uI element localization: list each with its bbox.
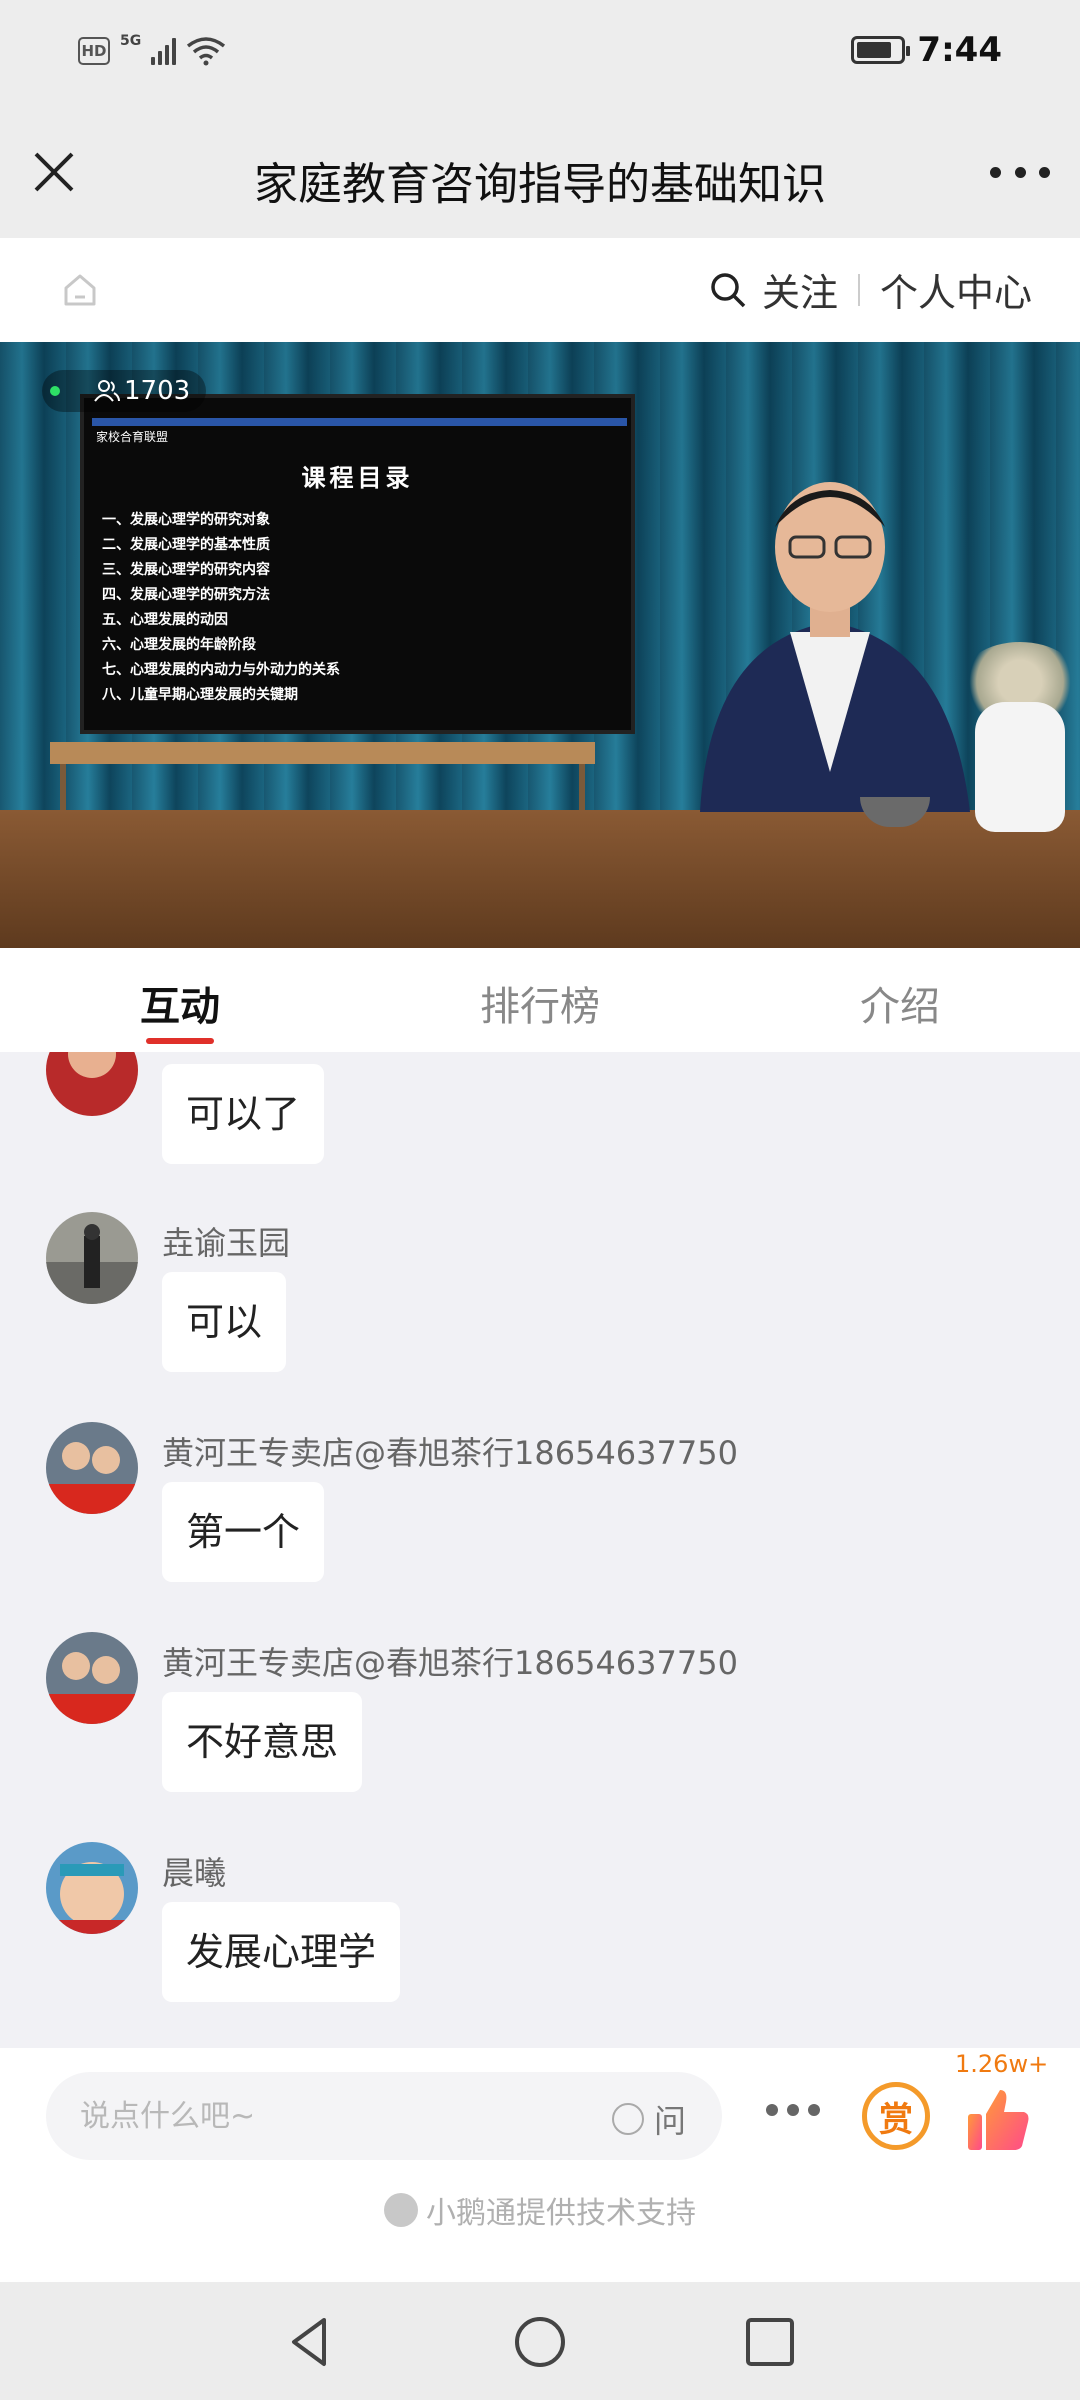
home-circle-icon[interactable] [510, 2312, 570, 2372]
message-bubble: 发展心理学 [162, 1902, 401, 2002]
user-avatar[interactable] [46, 1632, 138, 1724]
tv-screen-list-item: 二、发展心理学的基本性质 [102, 537, 270, 553]
tab-bar: 互动 排行榜 介绍 [0, 948, 1080, 1052]
nav-bar: 关注 个人中心 [0, 238, 1080, 342]
search-icon[interactable] [708, 270, 748, 310]
tv-screen-brand: 家校合育联盟 [96, 430, 169, 444]
tab-ranking-label: 排行榜 [480, 984, 600, 1030]
status-bar: HD 5G 7:44 [0, 0, 1080, 110]
tab-interaction-label: 互动 [140, 984, 220, 1030]
profile-center-button[interactable]: 个人中心 [880, 262, 1032, 317]
hd-badge: HD [78, 37, 110, 65]
status-right: 7:44 [851, 30, 1002, 70]
tab-intro-label: 介绍 [860, 984, 940, 1030]
presenter-figure [700, 482, 970, 812]
back-icon[interactable] [280, 2312, 340, 2372]
powered-by: 小鹅通提供技术支持 [0, 2188, 1080, 2232]
comment-input-box: 问 [46, 2072, 722, 2160]
tab-ranking[interactable]: 排行榜 [360, 948, 720, 1052]
reward-button[interactable]: 赏 [862, 2082, 930, 2150]
sender-name: 晨曦 [162, 1854, 227, 1892]
system-nav-bar [0, 2282, 1080, 2400]
like-count: 1.26w+ [955, 2050, 1049, 2078]
tv-screen: 家校合育联盟 课程目录 一、发展心理学的研究对象 二、发展心理学的基本性质 三、发展… [80, 394, 635, 734]
tv-stand [50, 742, 595, 764]
sender-name: 黄河王专卖店@春旭茶行18654637750 [162, 1644, 738, 1682]
active-tab-indicator [146, 1038, 214, 1044]
ask-question-toggle[interactable]: 问 [611, 2096, 686, 2142]
status-left: HD 5G [78, 33, 226, 66]
sender-name: 垚谕玉园 [162, 1224, 291, 1262]
tv-stand-legs [60, 764, 585, 810]
follow-button[interactable]: 关注 [762, 262, 838, 317]
comment-input[interactable] [80, 2072, 580, 2160]
message-bubble: 第一个 [162, 1482, 325, 1582]
tv-screen-list-item: 一、发展心理学的研究对象 [102, 512, 270, 528]
viewers-icon [94, 380, 120, 402]
user-avatar[interactable] [46, 1842, 138, 1934]
viewer-count: 1703 [124, 376, 191, 406]
powered-by-text: 小鹅通提供技术支持 [426, 2196, 696, 2231]
tv-screen-band [92, 418, 627, 426]
tv-screen-list-item: 七、心理发展的内动力与外动力的关系 [102, 662, 340, 678]
tv-screen-list: 一、发展心理学的研究对象 二、发展心理学的基本性质 三、发展心理学的研究内容 四、发展… [102, 508, 340, 708]
chat-list[interactable]: 可以了 垚谕玉园 可以 黄河王专卖店@春旭茶行18654637750 第一个 黄… [0, 1052, 1080, 2048]
recents-icon[interactable] [740, 2312, 800, 2372]
xiaoe-logo-icon [384, 2193, 418, 2227]
more-options-icon[interactable] [990, 160, 1050, 184]
sender-name: 黄河王专卖店@春旭茶行18654637750 [162, 1434, 738, 1472]
tv-screen-title: 课程目录 [301, 463, 414, 492]
tv-screen-list-item: 五、心理发展的动因 [102, 612, 228, 628]
live-video[interactable]: 家校合育联盟 课程目录 一、发展心理学的研究对象 二、发展心理学的基本性质 三、发展… [0, 342, 1080, 948]
clock: 7:44 [917, 30, 1002, 70]
title-bar: 家庭教育咨询指导的基础知识 [0, 110, 1080, 238]
message-bubble: 可以了 [162, 1064, 325, 1164]
desk [0, 810, 1080, 948]
live-dot [50, 386, 60, 396]
more-actions-icon[interactable] [766, 2104, 820, 2118]
ask-radio-icon[interactable] [611, 2103, 644, 2135]
tv-screen-list-item: 八、儿童早期心理发展的关键期 [102, 687, 298, 703]
home-icon[interactable] [60, 270, 100, 310]
tv-screen-list-item: 三、发展心理学的研究内容 [102, 562, 270, 578]
battery-icon [851, 36, 911, 64]
user-avatar[interactable] [46, 1422, 138, 1514]
comment-bar: 问 赏 1.26w+ 小鹅通提供技术支持 [0, 2048, 1080, 2282]
tv-screen-list-item: 六、心理发展的年龄阶段 [102, 637, 256, 653]
signal-icon [151, 37, 177, 65]
nav-actions: 关注 个人中心 [708, 262, 1032, 317]
ask-label: 问 [653, 2102, 686, 2140]
vase [975, 702, 1065, 832]
tv-screen-list-item: 四、发展心理学的研究方法 [102, 587, 270, 603]
close-icon[interactable] [28, 146, 80, 198]
user-avatar[interactable] [46, 1212, 138, 1304]
viewer-count-badge: 1703 [42, 370, 207, 412]
user-avatar[interactable] [46, 1052, 138, 1116]
tab-interaction[interactable]: 互动 [0, 948, 360, 1052]
thumbs-up-icon[interactable] [962, 2084, 1034, 2156]
wifi-icon [187, 37, 226, 66]
message-bubble: 不好意思 [162, 1692, 363, 1792]
battery-fill [857, 42, 892, 58]
network-type: 5G [120, 33, 142, 49]
page-title: 家庭教育咨询指导的基础知识 [254, 159, 826, 210]
message-bubble: 可以 [162, 1272, 287, 1372]
nav-divider [857, 273, 860, 306]
tab-intro[interactable]: 介绍 [720, 948, 1080, 1052]
